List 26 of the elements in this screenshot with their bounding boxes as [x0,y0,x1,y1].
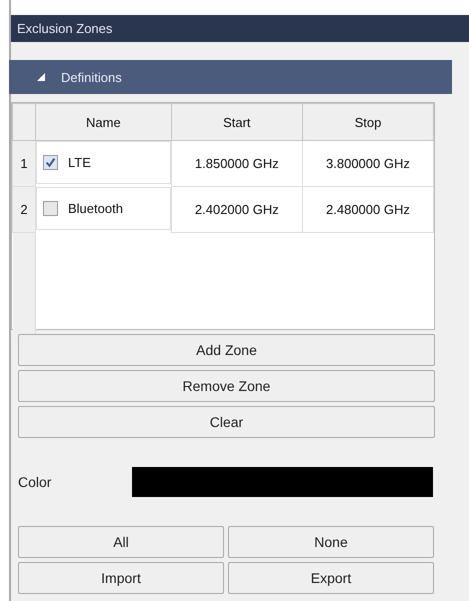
action-button[interactable]: Import [18,562,224,594]
table-cell: 3.800000 GHz [302,140,434,186]
table-cell: 2.402000 GHz [171,186,302,232]
row-number: 1 [12,140,36,186]
column-header[interactable]: Name [36,104,172,140]
action-button[interactable]: All [18,526,224,558]
expand-triangle-icon[interactable] [37,73,45,81]
color-label: Color [18,474,52,490]
zone-name: Bluetooth [68,200,123,216]
action-button[interactable]: Export [228,562,434,594]
checkbox[interactable] [43,200,58,216]
window-title: Exclusion Zones [17,21,112,36]
table-cell: 2.480000 GHz [302,186,434,232]
zone-name: LTE [68,155,91,170]
action-button[interactable]: None [228,526,434,558]
row-number: 2 [12,186,36,232]
section-header[interactable]: Definitions [9,60,452,94]
table-cell: 1.850000 GHz [171,140,302,186]
zone-button[interactable]: Remove Zone [18,370,435,402]
column-header[interactable]: Start [171,104,302,140]
section-title: Definitions [61,70,122,84]
column-header[interactable]: Stop [302,104,434,140]
zone-button[interactable]: Add Zone [18,334,435,366]
checkbox[interactable] [43,155,58,170]
zone-button[interactable]: Clear [18,406,435,438]
color-swatch[interactable] [132,467,433,497]
